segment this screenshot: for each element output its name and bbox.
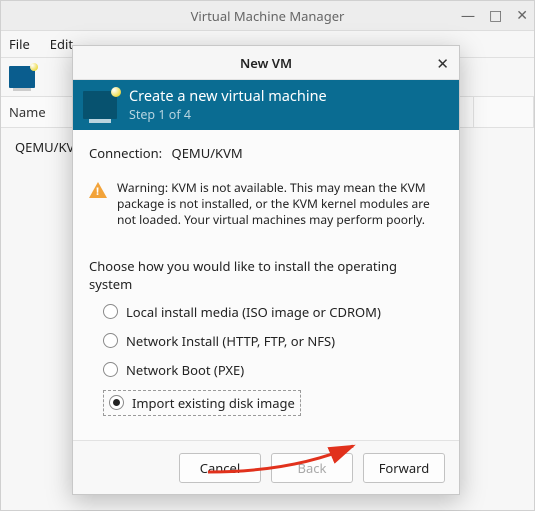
menu-file[interactable]: File <box>9 35 30 53</box>
connection-row: Connection: QEMU/KVM <box>89 144 443 162</box>
dialog-titlebar: New VM ✕ <box>73 46 459 80</box>
radio-netboot[interactable]: Network Boot (PXE) <box>103 361 443 379</box>
radio-label: Network Install (HTTP, FTP, or NFS) <box>126 332 335 350</box>
maximize-icon[interactable]: □ <box>489 9 502 23</box>
connection-label: Connection: <box>89 144 162 162</box>
radio-local[interactable]: Local install media (ISO image or CDROM) <box>103 303 443 321</box>
radio-icon <box>109 395 124 410</box>
radio-group: Local install media (ISO image or CDROM)… <box>89 303 443 416</box>
radio-network[interactable]: Network Install (HTTP, FTP, or NFS) <box>103 332 443 350</box>
dialog-banner: Create a new virtual machine Step 1 of 4 <box>73 80 459 130</box>
dialog-close-icon[interactable]: ✕ <box>436 54 449 74</box>
new-vm-dialog: New VM ✕ Create a new virtual machine St… <box>72 45 460 495</box>
forward-button[interactable]: Forward <box>363 453 445 483</box>
close-icon[interactable]: ✕ <box>516 9 528 23</box>
dialog-body: Connection: QEMU/KVM Warning: KVM is not… <box>73 130 459 440</box>
dialog-footer: Cancel Back Forward <box>73 440 459 494</box>
radio-icon <box>103 333 118 348</box>
back-button: Back <box>271 453 353 483</box>
dialog-title: New VM <box>240 54 292 72</box>
main-titlebar: Virtual Machine Manager — □ ✕ <box>1 1 534 31</box>
radio-icon <box>103 304 118 319</box>
radio-icon <box>103 362 118 377</box>
radio-label: Network Boot (PXE) <box>126 361 244 379</box>
banner-step: Step 1 of 4 <box>129 106 327 123</box>
choose-label: Choose how you would like to install the… <box>89 257 443 293</box>
radio-import[interactable]: Import existing disk image <box>103 390 443 416</box>
warning-row: Warning: KVM is not available. This may … <box>89 180 443 229</box>
new-vm-icon[interactable] <box>9 66 35 88</box>
column-spacer <box>474 97 534 127</box>
banner-title: Create a new virtual machine <box>129 87 327 106</box>
radio-label: Local install media (ISO image or CDROM) <box>126 303 381 321</box>
connection-value: QEMU/KVM <box>172 144 243 162</box>
menu-edit[interactable]: Edit <box>50 35 73 53</box>
vm-icon <box>83 91 117 119</box>
window-controls: — □ ✕ <box>461 1 528 31</box>
radio-label: Import existing disk image <box>132 394 295 412</box>
warning-text: Warning: KVM is not available. This may … <box>117 180 443 229</box>
warning-icon <box>89 182 107 198</box>
cancel-button[interactable]: Cancel <box>179 453 261 483</box>
main-window-title: Virtual Machine Manager <box>191 7 345 25</box>
minimize-icon[interactable]: — <box>461 9 475 23</box>
